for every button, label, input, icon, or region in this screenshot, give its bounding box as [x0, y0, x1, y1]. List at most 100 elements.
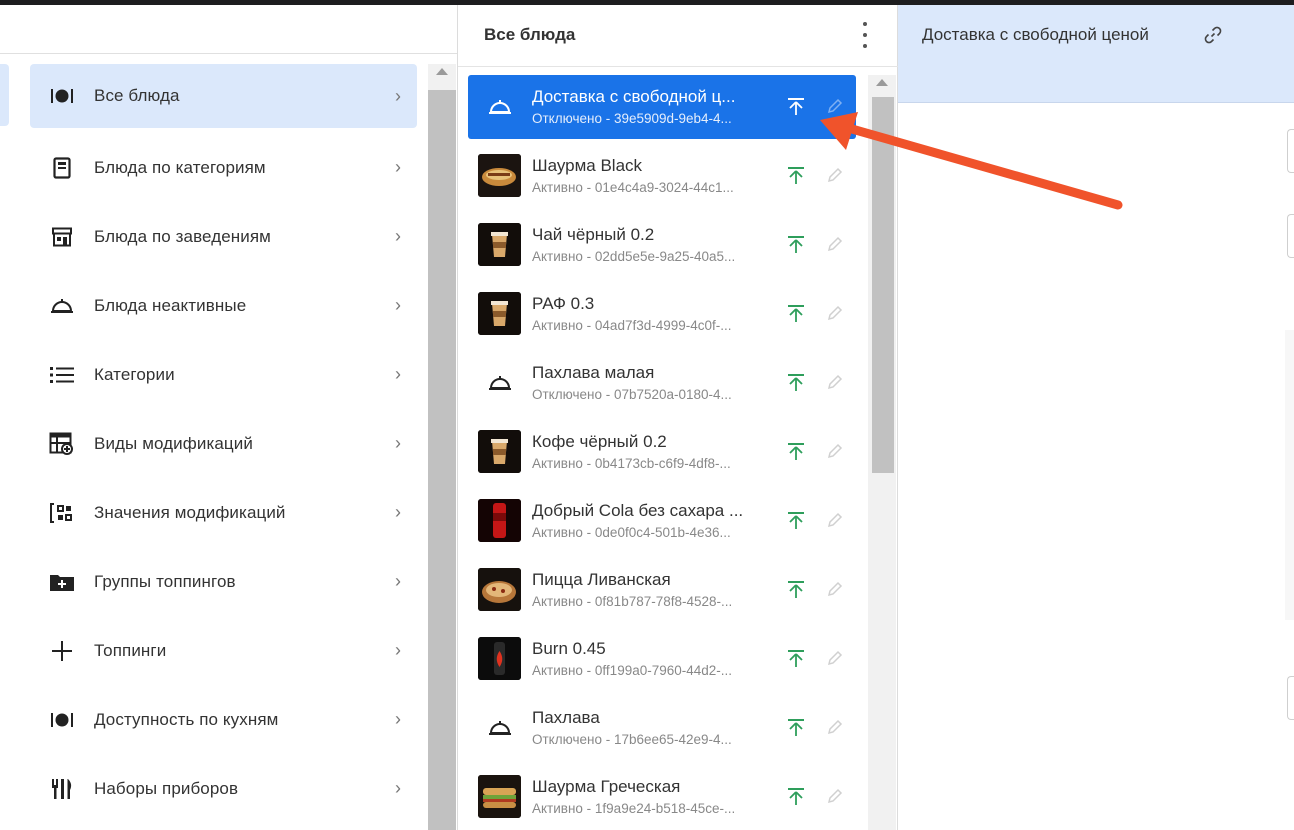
chevron-right-icon: › [395, 778, 401, 798]
cloche-icon [478, 85, 521, 128]
edit-pencil-icon[interactable] [826, 718, 844, 736]
scroll-up-arrow-icon[interactable] [436, 68, 448, 75]
publish-icon[interactable] [786, 441, 806, 463]
scrollbar-thumb[interactable] [872, 97, 894, 473]
more-options-icon[interactable] [858, 22, 872, 48]
menu-item-modification-values[interactable]: Значения модификаций › [30, 478, 417, 547]
dish-status-id: Отключено - 17b6ee65-42e9-4... [532, 732, 732, 747]
left-navigation-panel: Все блюда › Блюда по категориям › Блюда … [0, 5, 458, 830]
dish-cloche-icon [48, 82, 76, 110]
table-plus-icon [48, 430, 76, 458]
menu-item-label: Топпинги [94, 640, 167, 660]
edit-pencil-icon[interactable] [826, 649, 844, 667]
dish-status-id: Активно - 02dd5e5e-9a25-40a5... [532, 249, 736, 264]
edit-pencil-icon[interactable] [826, 235, 844, 253]
menu-item-categories[interactable]: Категории › [30, 340, 417, 409]
list-item[interactable]: Burn 0.45 Активно - 0ff199a0-7960-44d2-..… [468, 627, 856, 696]
dish-list-panel: Все блюда Доставка с свободной ц... Отклю… [458, 5, 898, 830]
menu-item-label: Группы топпингов [94, 571, 236, 591]
menu-item-topping-groups[interactable]: Группы топпингов › [30, 547, 417, 616]
dish-status-id: Активно - 04ad7f3d-4999-4c0f-... [532, 318, 732, 333]
list-item-selected[interactable]: Доставка с свободной ц... Отключено - 39e… [468, 75, 856, 139]
dish-status-id: Активно - 1f9a9e24-b518-45ce-... [532, 801, 736, 816]
menu-item-label: Блюда по категориям [94, 157, 266, 177]
detail-header: Доставка с свободной ценой [898, 5, 1294, 103]
detail-input-field[interactable] [1287, 214, 1294, 258]
list-item[interactable]: Кофе чёрный 0.2 Активно - 0b4173cb-c6f9-4… [468, 420, 856, 489]
edit-pencil-icon[interactable] [826, 304, 844, 322]
document-icon [48, 154, 76, 182]
edit-pencil-icon[interactable] [826, 373, 844, 391]
plus-icon [48, 637, 76, 665]
dish-name: Пахлава малая [532, 363, 655, 382]
publish-icon[interactable] [786, 648, 806, 670]
publish-icon[interactable] [786, 717, 806, 739]
store-icon [48, 223, 76, 251]
list-item[interactable]: Чай чёрный 0.2 Активно - 02dd5e5e-9a25-40… [468, 213, 856, 282]
menu-item-dishes-by-venue[interactable]: Блюда по заведениям › [30, 202, 417, 271]
detail-preview-area [1285, 330, 1294, 620]
dish-thumbnail [478, 223, 521, 266]
menu-item-label: Блюда по заведениям [94, 226, 271, 246]
edit-pencil-icon[interactable] [826, 97, 844, 115]
edit-pencil-icon[interactable] [826, 166, 844, 184]
publish-icon[interactable] [786, 579, 806, 601]
edit-pencil-icon[interactable] [826, 787, 844, 805]
menu-item-all-dishes[interactable]: Все блюда › [30, 64, 417, 128]
collapsed-panel-edge[interactable] [0, 64, 9, 126]
chevron-right-icon: › [395, 709, 401, 729]
cloche-icon [48, 292, 76, 320]
folder-plus-icon [48, 568, 76, 596]
dish-list-header: Все блюда [458, 5, 898, 67]
scrollbar-thumb[interactable] [428, 90, 456, 830]
dish-name: Кофе чёрный 0.2 [532, 432, 667, 451]
detail-input-field[interactable] [1287, 129, 1294, 173]
dish-list-scrollbar[interactable] [868, 75, 896, 830]
dish-thumbnail [478, 430, 521, 473]
dish-name: Burn 0.45 [532, 639, 606, 658]
publish-icon[interactable] [786, 510, 806, 532]
left-scrollbar[interactable] [428, 64, 456, 830]
menu-item-modification-types[interactable]: Виды модификаций › [30, 409, 417, 478]
dish-thumbnail [478, 292, 521, 335]
dish-thumbnail [478, 568, 521, 611]
menu-item-label: Категории [94, 364, 175, 384]
detail-input-field[interactable] [1287, 676, 1294, 720]
list-item[interactable]: Шаурма Греческая Активно - 1f9a9e24-b518-… [468, 765, 856, 830]
publish-icon[interactable] [786, 786, 806, 808]
left-panel-header [0, 5, 457, 54]
menu-item-toppings[interactable]: Топпинги › [30, 616, 417, 685]
menu-item-inactive-dishes[interactable]: Блюда неактивные › [30, 271, 417, 340]
chevron-right-icon: › [395, 85, 401, 106]
list-item[interactable]: Добрый Cola без сахара ... Активно - 0de0… [468, 489, 856, 558]
list-item[interactable]: РАФ 0.3 Активно - 04ad7f3d-4999-4c0f-... [468, 282, 856, 351]
list-item[interactable]: Пахлава Отключено - 17b6ee65-42e9-4... [468, 696, 856, 765]
dish-status-id: Активно - 01e4c4a9-3024-44c1... [532, 180, 734, 195]
publish-icon[interactable] [786, 234, 806, 256]
publish-icon[interactable] [786, 372, 806, 394]
link-icon[interactable] [1204, 26, 1222, 44]
menu-item-label: Все блюда [94, 86, 180, 105]
publish-icon[interactable] [786, 165, 806, 187]
dish-name: РАФ 0.3 [532, 294, 595, 313]
edit-pencil-icon[interactable] [826, 442, 844, 460]
cutlery-icon [48, 775, 76, 803]
list-item[interactable]: Пахлава малая Отключено - 07b7520a-0180-4… [468, 351, 856, 420]
edit-pencil-icon[interactable] [826, 511, 844, 529]
publish-icon[interactable] [786, 303, 806, 325]
dish-name: Добрый Cola без сахара ... [532, 501, 744, 520]
menu-item-dishes-by-category[interactable]: Блюда по категориям › [30, 133, 417, 202]
list-item[interactable]: Пицца Ливанская Активно - 0f81b787-78f8-4… [468, 558, 856, 627]
edit-pencil-icon[interactable] [826, 580, 844, 598]
scroll-up-arrow-icon[interactable] [876, 79, 888, 86]
menu-item-kitchen-availability[interactable]: Доступность по кухням › [30, 685, 417, 754]
dish-menu: Все блюда › Блюда по категориям › Блюда … [30, 64, 417, 823]
menu-item-cutlery-sets[interactable]: Наборы приборов › [30, 754, 417, 823]
menu-item-label: Значения модификаций [94, 502, 286, 522]
publish-icon[interactable] [786, 96, 806, 118]
dish-status-id: Отключено - 39e5909d-9eb4-4... [532, 111, 732, 126]
dish-detail-panel: Доставка с свободной ценой [898, 5, 1294, 830]
dish-name: Пахлава [532, 708, 600, 727]
chevron-right-icon: › [395, 226, 401, 246]
list-item[interactable]: Шаурма Black Активно - 01e4c4a9-3024-44c1… [468, 144, 856, 213]
